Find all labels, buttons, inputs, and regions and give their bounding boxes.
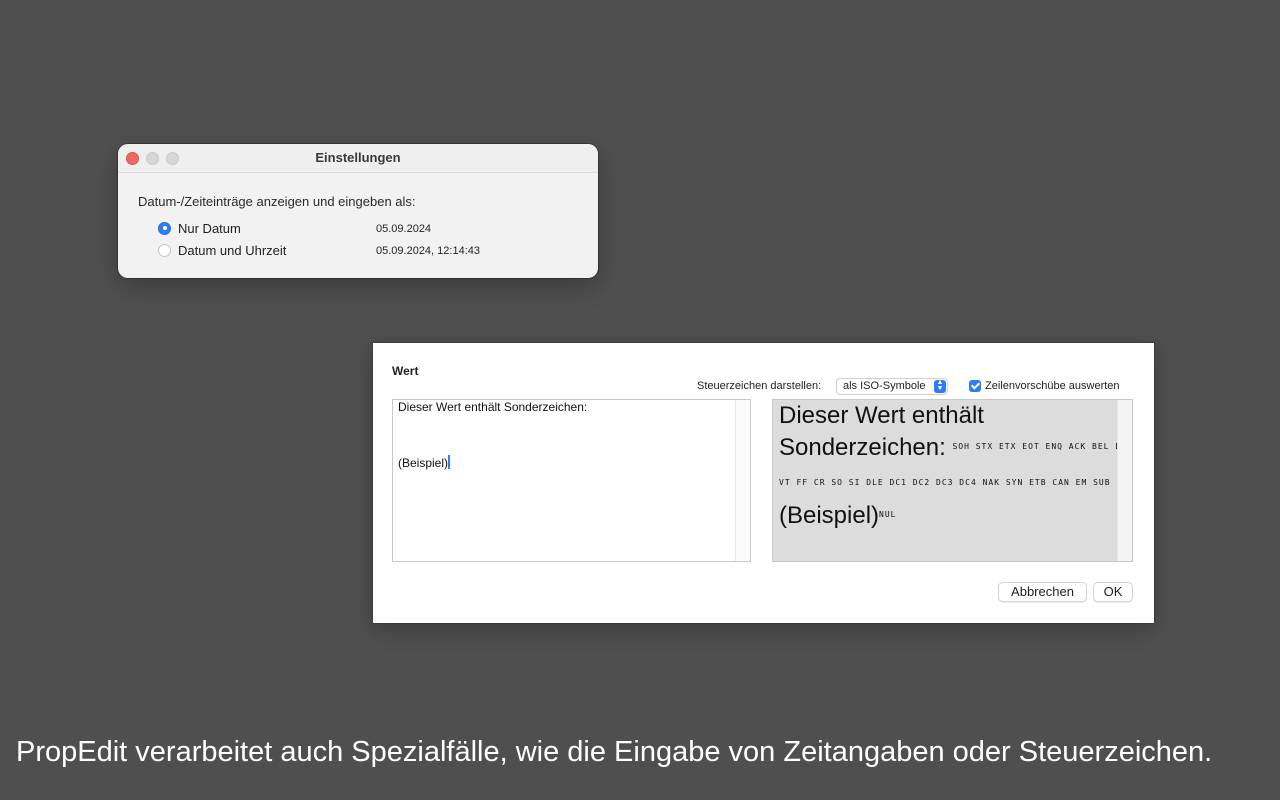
text-caret [448,455,451,469]
preview-text: Sonderzeichen: [779,434,946,461]
title-bar: Einstellungen [118,144,598,173]
radio-date-and-time[interactable]: Datum und Uhrzeit [158,241,286,259]
ok-button[interactable]: OK [1093,582,1133,602]
settings-window: Einstellungen Datum-/Zeiteinträge anzeig… [118,144,598,278]
select-value: als ISO-Symbole [843,380,926,392]
editor-line: (Beispiel) [398,456,449,470]
date-format-prompt: Datum-/Zeiteinträge anzeigen und eingebe… [138,194,416,209]
value-preview: Dieser Wert enthält Sonderzeichen: SOH S… [772,399,1133,562]
preview-text: (Beispiel) [779,502,880,529]
preview-line: (Beispiel)NUL [779,502,896,530]
cancel-button[interactable]: Abbrechen [998,582,1087,602]
radio-button-icon[interactable] [158,243,171,257]
date-only-example: 05.09.2024 [376,223,432,235]
radio-label: Nur Datum [178,220,241,236]
editor-line-with-caret: (Beispiel) [398,455,451,470]
value-editor[interactable]: Dieser Wert enthält Sonderzeichen: (Beis… [392,399,751,562]
radio-button-selected-icon[interactable] [158,221,171,235]
date-time-example: 05.09.2024, 12:14:43 [376,245,480,257]
dialog-heading: Wert [392,364,419,378]
editor-scrollbar[interactable] [735,400,750,561]
window-title: Einstellungen [315,150,401,165]
preview-line: Sonderzeichen: SOH STX ETX EOT ENQ ACK B… [779,434,1133,462]
preview-line: Dieser Wert enthält [779,402,984,429]
caption-text: PropEdit verarbeitet auch Spezialfälle, … [16,736,1213,768]
radio-label: Datum und Uhrzeit [178,242,287,258]
iso-symbols: VT FF CR SO SI DLE DC1 DC2 DC3 DC4 NAK S… [779,478,1132,487]
iso-symbols: SOH STX ETX EOT ENQ ACK BEL BS HT [952,442,1133,451]
editor-line: Dieser Wert enthält Sonderzeichen: [398,400,588,414]
control-chars-label: Steuerzeichen darstellen: [697,380,822,392]
iso-symbols: NUL [879,510,897,519]
control-chars-select[interactable]: als ISO-Symbole ▲ ▼ [836,378,948,395]
line-feeds-label[interactable]: Zeilenvorschübe auswerten [985,380,1120,392]
preview-scrollbar[interactable] [1117,400,1132,561]
value-dialog: Wert Steuerzeichen darstellen: als ISO-S… [373,343,1154,623]
radio-date-only[interactable]: Nur Datum [158,219,241,237]
updown-chevron-icon: ▲ ▼ [934,379,946,393]
line-feeds-checkbox[interactable] [969,380,981,392]
